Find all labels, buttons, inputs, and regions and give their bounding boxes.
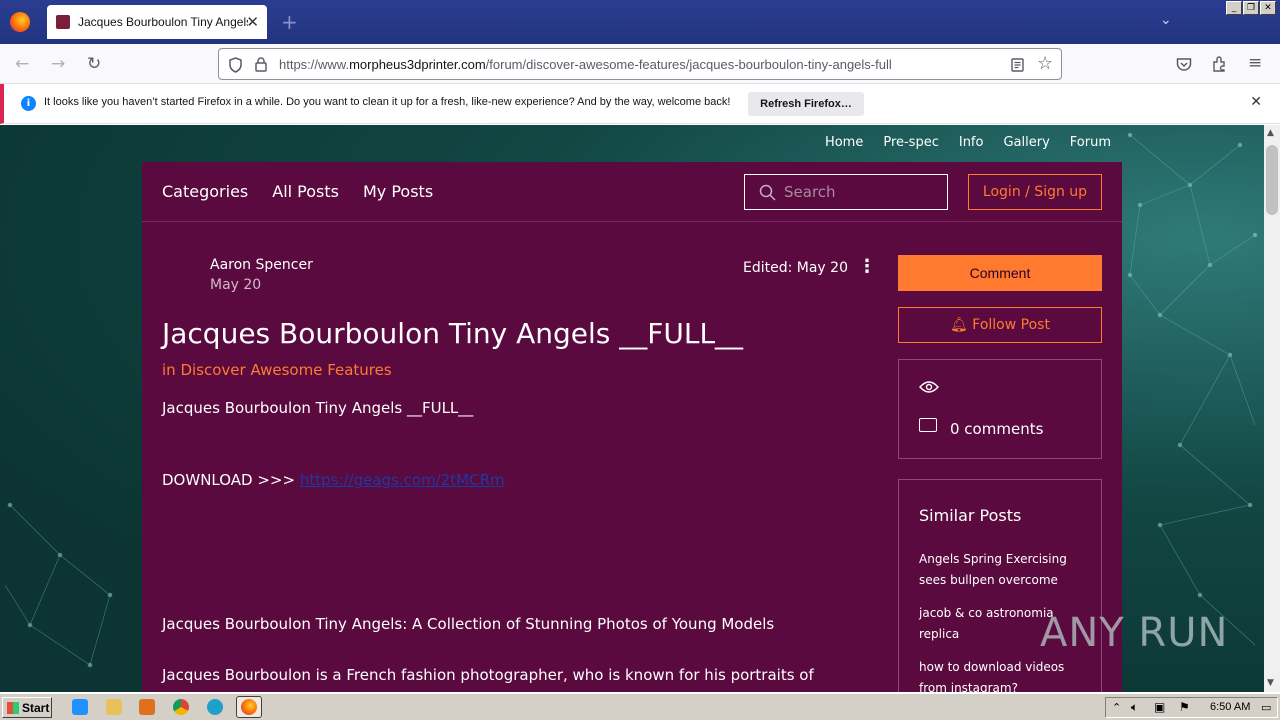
restore-icon[interactable]: ❐ [1243,1,1259,15]
notification-message: It looks like you haven’t started Firefo… [44,96,731,108]
list-all-tabs-icon[interactable]: ⌄ [1160,12,1172,28]
tab-active[interactable]: Jacques Bourboulon Tiny Angels _ ✕ [47,5,267,39]
search-placeholder: Search [784,183,836,201]
follow-post-button[interactable]: 🔔︎ Follow Post [898,307,1102,343]
forward-arrow-icon[interactable]: → [51,54,65,74]
similar-posts-title: Similar Posts [919,506,1022,525]
explorer-folder-icon[interactable] [106,699,122,715]
show-desktop-icon[interactable]: ▭ [1261,701,1271,714]
url-prefix: https://www. [279,57,350,72]
all-posts-link[interactable]: All Posts [272,182,339,201]
nav-forum[interactable]: Forum [1070,135,1111,150]
reload-icon[interactable]: ↻ [87,54,101,74]
site-navigation: Home Pre-spec Info Gallery Forum [825,135,1111,150]
post-paragraph: Jacques Bourboulon is a French fashion p… [162,666,814,692]
close-window-icon[interactable]: ✕ [1260,1,1276,15]
navigation-toolbar: ← → ↻ https://www.morpheus3dprinter.com/… [0,44,1280,84]
new-tab-button[interactable]: + [281,10,298,34]
post-paragraph: Jacques Bourboulon Tiny Angels __FULL__ [162,399,474,417]
tab-title: Jacques Bourboulon Tiny Angels _ [78,15,248,29]
window-controls: _ ❐ ✕ [1226,1,1276,15]
bookmark-star-icon[interactable]: ☆ [1037,53,1053,74]
post-category-link[interactable]: in Discover Awesome Features [162,361,392,379]
forum-links: Categories All Posts My Posts [162,182,433,201]
download-label: DOWNLOAD >>> [162,471,300,489]
download-line: DOWNLOAD >>> https://geags.com/2tMCRm [162,471,505,489]
tab-close-icon[interactable]: ✕ [246,13,259,31]
anyrun-watermark: ANY RUN [1040,610,1229,656]
my-posts-link[interactable]: My Posts [363,182,433,201]
chrome-icon[interactable] [173,699,189,715]
firefox-taskbar-icon [241,699,257,715]
pocket-icon[interactable] [1176,57,1192,71]
bell-icon: 🔔︎ [950,317,973,333]
browser-tab-bar: Jacques Bourboulon Tiny Angels _ ✕ + ⌄ _… [0,0,1280,44]
back-arrow-icon[interactable]: ← [15,54,29,74]
download-link[interactable]: https://geags.com/2tMCRm [300,471,505,489]
action-center-flag-icon[interactable]: ⚑ [1179,700,1190,714]
network-icon[interactable]: ▣ [1154,700,1165,714]
nav-info[interactable]: Info [959,135,984,150]
similar-post-link[interactable]: Angels Spring Exercising sees bullpen ov… [919,549,1079,591]
follow-label: Follow Post [972,317,1050,333]
web-page: Home Pre-spec Info Gallery Forum Categor… [0,125,1264,692]
media-player-icon[interactable] [139,699,155,715]
clock[interactable]: 6:50 AM [1210,701,1250,713]
search-input[interactable]: Search [744,174,948,210]
post-date: May 20 [210,277,262,293]
address-bar[interactable]: https://www.morpheus3dprinter.com/forum/… [218,48,1062,80]
volume-icon[interactable]: 🔈︎ [1131,700,1138,715]
scroll-up-icon[interactable]: ▲ [1267,128,1274,138]
close-notification-icon[interactable]: ✕ [1250,94,1262,110]
post-stats: 0 comments [898,359,1102,459]
comment-button[interactable]: Comment [898,255,1102,291]
page-scrollbar[interactable]: ▲ ▼ [1264,125,1280,692]
comment-icon [919,418,937,432]
start-label: Start [22,700,50,715]
minimize-icon[interactable]: _ [1226,1,1242,15]
shield-icon[interactable] [228,57,243,73]
eye-icon [919,381,939,393]
search-icon [759,184,776,201]
ie-icon[interactable] [72,699,88,715]
system-tray: ⌃ 🔈︎ ▣ ⚑ 6:50 AM ▭ [1105,697,1278,718]
similar-post-link[interactable]: how to download videos from instagram? [919,657,1079,692]
reader-view-icon[interactable] [1011,58,1024,72]
info-icon: i [21,96,36,111]
tray-expand-icon[interactable]: ⌃ [1112,701,1121,714]
lock-icon[interactable] [255,57,267,72]
url-path: /forum/discover-awesome-features/jacques… [485,57,892,72]
start-button[interactable]: Start [2,697,52,718]
login-signup-button[interactable]: Login / Sign up [968,174,1102,210]
more-actions-icon[interactable]: ⋮ [858,256,876,277]
scroll-thumb[interactable] [1266,145,1278,215]
site-favicon-icon [56,15,70,29]
extensions-icon[interactable] [1212,56,1228,72]
forum-panel: Categories All Posts My Posts Search Log… [142,162,1122,692]
nav-gallery[interactable]: Gallery [1003,135,1049,150]
firefox-logo-icon[interactable] [10,12,30,32]
post-author[interactable]: Aaron Spencer [210,257,313,273]
scroll-down-icon[interactable]: ▼ [1267,678,1274,688]
menu-hamburger-icon[interactable]: ≡ [1248,53,1262,73]
post-paragraph: Jacques Bourboulon Tiny Angels: A Collec… [162,615,775,633]
url-domain: morpheus3dprinter.com [349,57,486,72]
edited-date: Edited: May 20 [743,260,848,276]
similar-posts-panel: Similar Posts Angels Spring Exercising s… [898,479,1102,692]
nav-home[interactable]: Home [825,135,863,150]
categories-link[interactable]: Categories [162,182,248,201]
forum-header: Categories All Posts My Posts Search Log… [142,162,1122,222]
windows-logo-icon [7,701,19,714]
post-title: Jacques Bourboulon Tiny Angels __FULL__ [162,317,744,350]
notification-bar: i It looks like you haven’t started Fire… [0,84,1280,124]
refresh-firefox-button[interactable]: Refresh Firefox… [748,92,864,116]
url-text[interactable]: https://www.morpheus3dprinter.com/forum/… [279,57,892,72]
comments-count: 0 comments [950,420,1044,438]
nav-pre-spec[interactable]: Pre-spec [883,135,939,150]
edge-icon[interactable] [207,699,223,715]
taskbar: Start ⌃ 🔈︎ ▣ ⚑ 6:50 AM ▭ [0,693,1280,720]
